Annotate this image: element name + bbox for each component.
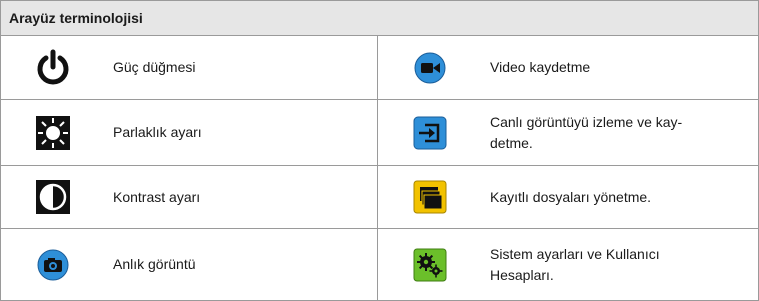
camera-icon <box>37 249 69 280</box>
power-label: Güç düğmesi <box>113 59 196 75</box>
table-cell: Güç düğmesi <box>105 36 378 100</box>
live-view-label: Canlı görüntüyü izleme ve kay- detme. <box>490 113 683 151</box>
live-view-icon <box>413 116 447 149</box>
table-cell: Kayıtlı dosyaları yönetme. <box>482 166 758 229</box>
table-cell <box>378 36 482 100</box>
video-record-label: Video kaydetme <box>490 59 591 75</box>
power-icon <box>37 49 69 84</box>
table-cell: Kontrast ayarı <box>105 166 378 229</box>
brightness-label: Parlaklık ayarı <box>113 124 202 140</box>
table-cell <box>1 36 105 100</box>
table-body: Güç düğmesi Video kaydetme Parlaklık aya… <box>1 36 758 300</box>
table-cell <box>1 166 105 229</box>
table-header: Arayüz terminolojisi <box>1 1 758 36</box>
table-cell: Sistem ayarları ve Kullanıcı Hesapları. <box>482 229 758 300</box>
table-cell <box>1 229 105 300</box>
table-cell <box>378 100 482 166</box>
table-cell: Parlaklık ayarı <box>105 100 378 166</box>
folders-icon <box>413 180 447 214</box>
camera-label: Anlık görüntü <box>113 256 196 272</box>
contrast-icon <box>36 180 70 214</box>
table-cell: Video kaydetme <box>482 36 758 100</box>
table-cell: Canlı görüntüyü izleme ve kay- detme. <box>482 100 758 166</box>
table-cell <box>378 166 482 229</box>
terminology-table: Arayüz terminolojisi Güç düğmesi Video k… <box>0 0 759 301</box>
video-record-icon <box>414 52 446 83</box>
settings-label: Sistem ayarları ve Kullanıcı Hesapları. <box>490 245 660 283</box>
contrast-label: Kontrast ayarı <box>113 188 201 205</box>
table-cell: Anlık görüntü <box>105 229 378 300</box>
folders-label: Kayıtlı dosyaları yönetme. <box>490 188 652 205</box>
table-cell <box>1 100 105 166</box>
table-title: Arayüz terminolojisi <box>9 10 143 26</box>
settings-gears-icon <box>413 248 447 281</box>
brightness-icon <box>36 115 70 150</box>
table-cell <box>378 229 482 300</box>
